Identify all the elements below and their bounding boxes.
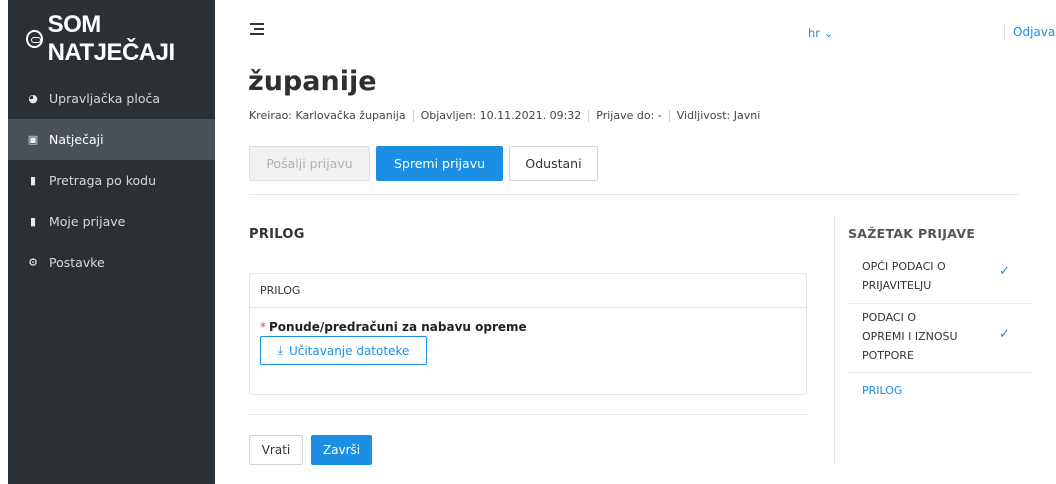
meta-visibility: Vidljivost: Javni — [676, 109, 761, 122]
divider — [668, 109, 670, 122]
sidebar: SOM NATJEČAJI ◕ Upravljačka ploča ▣ Natj… — [8, 0, 215, 484]
sidebar-item-label: Postavke — [49, 255, 105, 270]
brand-name: SOM NATJEČAJI — [47, 11, 176, 66]
divider — [412, 109, 414, 122]
logout-link[interactable]: Odjava — [1013, 25, 1055, 39]
dashboard-icon: ◕ — [28, 92, 38, 105]
back-button[interactable]: Vrati — [249, 435, 303, 465]
summary-item-general-data[interactable]: OPĆI PODACI O PRIJAVITELJU — [862, 257, 946, 295]
divider — [588, 109, 590, 122]
required-mark: * — [260, 320, 266, 334]
sidebar-item-label: Pretraga po kodu — [49, 173, 156, 188]
upload-file-button[interactable]: ⤓ Učitavanje datoteke — [260, 336, 427, 365]
language-value: hr — [808, 26, 821, 40]
brand-logo-icon — [26, 30, 43, 48]
summary-item-equipment[interactable]: PODACI O OPREMI I IZNOSU POTPORE — [862, 308, 958, 365]
chevron-down-icon: ⌄ — [823, 26, 834, 40]
upload-icon: ⤓ — [277, 343, 283, 357]
sidebar-item-label: Upravljačka ploča — [49, 91, 160, 106]
menu-toggle-icon[interactable] — [250, 23, 264, 35]
sidebar-item-label: Natječaji — [49, 132, 104, 147]
check-icon: ✓ — [999, 264, 1010, 279]
divider — [249, 194, 1019, 195]
field-label-text: Ponude/predračuni za nabavu opreme — [269, 320, 527, 334]
divider — [834, 215, 835, 463]
summary-item-line: PODACI O — [862, 311, 916, 324]
sidebar-item-search-by-code[interactable]: ▮ Pretraga po kodu — [8, 160, 215, 201]
summary-item-line: OPĆI PODACI O — [862, 260, 946, 273]
summary-item-attachment[interactable]: PRILOG — [862, 381, 902, 400]
sidebar-item-my-applications[interactable]: ▮ Moje prijave — [8, 201, 215, 242]
meta-published: Objavljen: 10.11.2021. 09:32 — [420, 109, 582, 122]
meta-created-by: Kreirao: Karlovačka županija — [249, 109, 406, 122]
attachment-card: PRILOG * Ponude/predračuni za nabavu opre… — [249, 273, 807, 395]
summary-item-line: PRILOG — [862, 384, 903, 397]
summary-title: SAŽETAK PRIJAVE — [848, 226, 976, 241]
upload-label: Učitavanje datoteke — [288, 343, 410, 358]
cancel-button[interactable]: Odustani — [509, 146, 598, 181]
finish-button[interactable]: Završi — [311, 435, 372, 465]
meta-deadline: Prijave do: - — [596, 109, 662, 122]
field-label: * Ponude/predračuni za nabavu opreme — [260, 320, 527, 334]
summary-item-line: POTPORE — [862, 349, 914, 362]
document-icon: ▮ — [29, 174, 37, 187]
page-title: županije — [248, 66, 377, 97]
summary-item-line: PRIJAVITELJU — [862, 279, 932, 292]
sidebar-item-dashboard[interactable]: ◕ Upravljačka ploča — [8, 78, 215, 119]
language-selector[interactable]: hr ⌄ — [808, 26, 833, 40]
section-title: PRILOG — [249, 227, 305, 242]
sidebar-item-label: Moje prijave — [49, 214, 126, 229]
divider — [848, 372, 1033, 373]
sidebar-item-settings[interactable]: ⚙ Postavke — [8, 242, 215, 283]
divider — [1004, 24, 1005, 40]
document-icon: ▮ — [29, 215, 37, 228]
send-application-button[interactable]: Pošalji prijavu — [249, 146, 370, 181]
brand[interactable]: SOM NATJEČAJI — [8, 0, 215, 78]
card-title: PRILOG — [250, 274, 806, 308]
gear-icon: ⚙ — [28, 256, 38, 269]
divider — [848, 303, 1033, 304]
folder-icon: ▣ — [27, 133, 39, 146]
check-icon: ✓ — [999, 327, 1010, 342]
summary-item-line: OPREMI I IZNOSU — [862, 330, 958, 343]
divider — [249, 414, 807, 415]
page-meta: Kreirao: Karlovačka županija Objavljen: … — [249, 109, 760, 122]
sidebar-item-natjecaji[interactable]: ▣ Natječaji — [8, 119, 215, 160]
save-application-button[interactable]: Spremi prijavu — [376, 146, 503, 181]
